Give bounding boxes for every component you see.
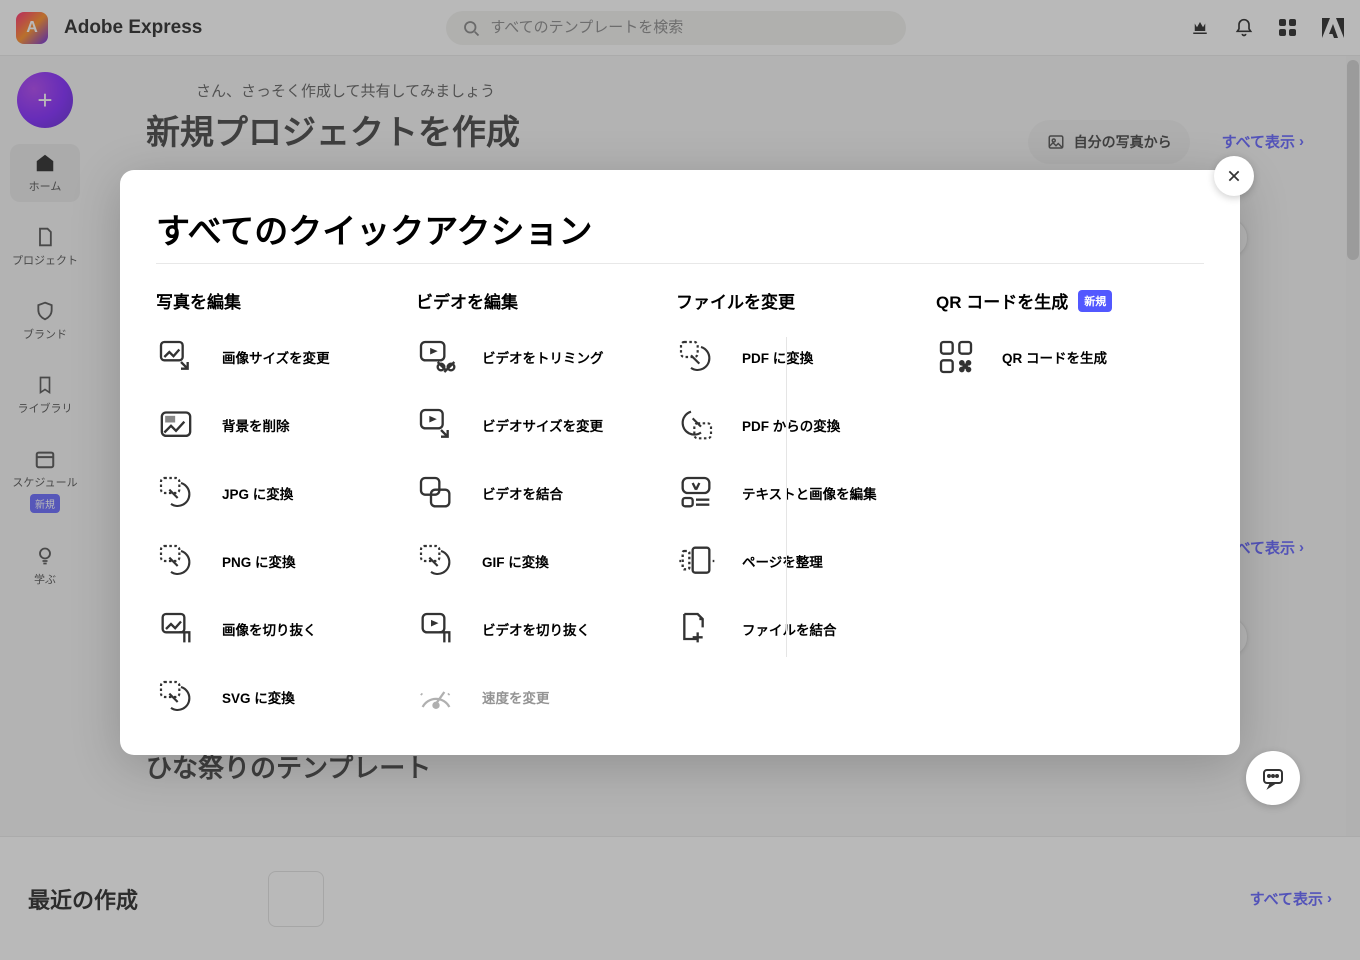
- chat-icon: [1261, 766, 1285, 790]
- column-divider: [786, 337, 787, 657]
- combine-files-icon: [676, 609, 716, 649]
- organize-pages-icon: [676, 541, 716, 581]
- action-crop-image[interactable]: 画像を切り抜く: [156, 609, 406, 649]
- convert-png-icon: [156, 541, 196, 581]
- action-edit-text-image[interactable]: テキストと画像を編集: [676, 473, 926, 513]
- resize-video-icon: [416, 405, 456, 445]
- qr-code-icon: [936, 337, 976, 377]
- convert-jpg-icon: [156, 473, 196, 513]
- speed-icon: [416, 677, 456, 717]
- action-trim-video[interactable]: ビデオをトリミング: [416, 337, 666, 377]
- action-resize-video[interactable]: ビデオサイズを変更: [416, 405, 666, 445]
- action-crop-video[interactable]: ビデオを切り抜く: [416, 609, 666, 649]
- qr-actions: QR コードを生成: [936, 337, 1196, 717]
- action-generate-qr[interactable]: QR コードを生成: [936, 337, 1186, 377]
- close-icon: [1226, 168, 1242, 184]
- remove-bg-icon: [156, 405, 196, 445]
- action-remove-background[interactable]: 背景を削除: [156, 405, 406, 445]
- crop-image-icon: [156, 609, 196, 649]
- convert-svg-icon: [156, 677, 196, 717]
- action-change-speed[interactable]: 速度を変更: [416, 677, 666, 717]
- action-resize-image[interactable]: 画像サイズを変更: [156, 337, 406, 377]
- col-header-photo: 写真を編集: [156, 288, 416, 313]
- file-actions: PDF に変換 PDF からの変換 テキストと画像を編集 ページを整理: [676, 337, 936, 717]
- convert-from-pdf-icon: [676, 405, 716, 445]
- trim-video-icon: [416, 337, 456, 377]
- action-combine-files[interactable]: ファイルを結合: [676, 609, 926, 649]
- action-convert-png[interactable]: PNG に変換: [156, 541, 406, 581]
- close-button[interactable]: [1214, 156, 1254, 196]
- action-convert-gif[interactable]: GIF に変換: [416, 541, 666, 581]
- resize-image-icon: [156, 337, 196, 377]
- divider: [156, 263, 1204, 264]
- col-header-file: ファイルを変更: [676, 288, 936, 313]
- action-convert-from-pdf[interactable]: PDF からの変換: [676, 405, 926, 445]
- video-actions: ビデオをトリミング ビデオサイズを変更 ビデオを結合 GIF に変換: [416, 337, 676, 717]
- action-organize-pages[interactable]: ページを整理: [676, 541, 926, 581]
- new-badge: 新規: [1078, 290, 1112, 312]
- action-convert-svg[interactable]: SVG に変換: [156, 677, 406, 717]
- action-merge-video[interactable]: ビデオを結合: [416, 473, 666, 513]
- action-convert-jpg[interactable]: JPG に変換: [156, 473, 406, 513]
- merge-video-icon: [416, 473, 456, 513]
- chat-fab-button[interactable]: [1246, 751, 1300, 805]
- quick-actions-modal: すべてのクイックアクション 写真を編集 ビデオを編集 ファイルを変更 QR コー…: [120, 170, 1240, 755]
- convert-to-pdf-icon: [676, 337, 716, 377]
- crop-video-icon: [416, 609, 456, 649]
- photo-actions: 画像サイズを変更 背景を削除 JPG に変換 PNG に変換: [156, 337, 416, 717]
- convert-gif-icon: [416, 541, 456, 581]
- edit-text-image-icon: [676, 473, 716, 513]
- col-header-video: ビデオを編集: [416, 288, 676, 313]
- col-header-qr: QR コードを生成 新規: [936, 288, 1196, 313]
- modal-title: すべてのクイックアクション: [156, 204, 1204, 253]
- action-convert-to-pdf[interactable]: PDF に変換: [676, 337, 926, 377]
